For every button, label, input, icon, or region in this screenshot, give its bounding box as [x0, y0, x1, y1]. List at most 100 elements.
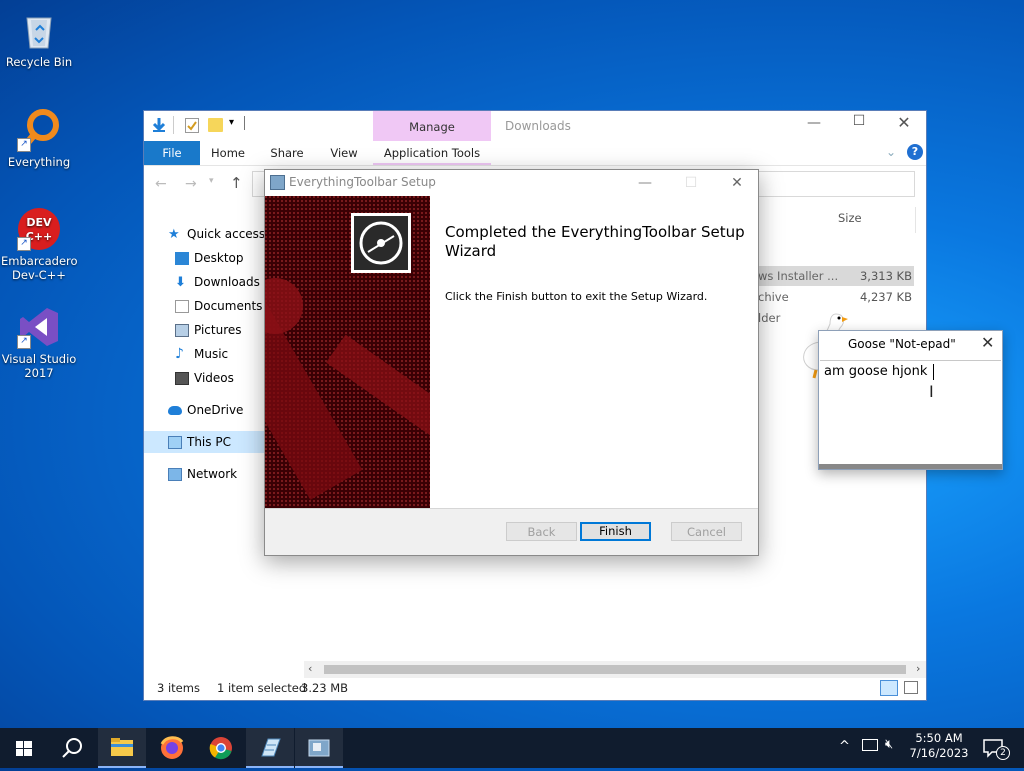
action-center-button[interactable]: 2: [980, 734, 1016, 762]
file-type: chive: [758, 290, 789, 304]
toolbar-divider: [244, 116, 245, 130]
desktop-icon-label-line2: Dev-C++: [12, 268, 66, 282]
taskbar-setup-installer[interactable]: [295, 728, 343, 768]
star-icon: ★: [168, 227, 180, 242]
notification-count-badge: 2: [996, 746, 1010, 760]
svg-text:DEV: DEV: [26, 216, 52, 229]
nav-pictures[interactable]: Pictures: [175, 319, 242, 341]
desktop-icon-devcpp[interactable]: DEV C++ ↗ Embarcadero Dev-C++: [1, 207, 78, 282]
taskbar-firefox[interactable]: [148, 728, 196, 768]
file-type: lder: [758, 311, 781, 325]
tab-home[interactable]: Home: [206, 141, 250, 165]
status-size: 3.23 MB: [301, 681, 349, 695]
finish-button[interactable]: Finish: [580, 522, 651, 541]
search-icon: [62, 738, 82, 758]
nav-desktop[interactable]: Desktop: [175, 247, 244, 269]
notepad-icon: [261, 738, 281, 757]
desktop-icon-visual-studio[interactable]: ↗ Visual Studio 2017: [1, 305, 77, 380]
scroll-left-icon[interactable]: ‹: [308, 662, 312, 675]
recent-locations-chevron-icon[interactable]: ▾: [209, 176, 214, 186]
tab-view[interactable]: View: [322, 141, 366, 165]
tab-manage[interactable]: Manage: [373, 111, 491, 141]
clock-date: 7/16/2023: [909, 746, 969, 760]
desktop-icon-everything[interactable]: ↗ Everything: [1, 108, 77, 169]
nav-onedrive[interactable]: OneDrive: [168, 399, 243, 421]
scroll-right-icon[interactable]: ›: [916, 662, 920, 675]
forward-arrow-icon[interactable]: →: [185, 176, 197, 192]
details-view-icon[interactable]: [880, 680, 898, 696]
status-item-count: 3 items: [157, 681, 200, 695]
taskbar-notepad[interactable]: [246, 728, 294, 768]
volume-muted-icon[interactable]: 🔇︎: [885, 737, 893, 752]
desktop-icon-label-line2: 2017: [24, 366, 54, 380]
toolbar-divider: [173, 116, 174, 134]
start-button[interactable]: [0, 728, 48, 768]
taskbar-file-explorer[interactable]: [98, 728, 146, 768]
minimize-button[interactable]: —: [799, 115, 829, 131]
shortcut-arrow-icon: ↗: [17, 138, 31, 152]
close-button[interactable]: ✕: [889, 113, 919, 132]
setup-dialog: EverythingToolbar Setup — ☐ ✕ Completed …: [264, 169, 759, 556]
new-folder-icon[interactable]: [208, 118, 223, 132]
setup-close-button[interactable]: ✕: [714, 170, 760, 196]
back-arrow-icon[interactable]: ←: [155, 176, 167, 192]
windows-logo-icon: [16, 741, 32, 756]
desktop-icon-label: Everything: [7, 155, 71, 169]
setup-content-panel: Completed the EverythingToolbar Setup Wi…: [430, 196, 758, 508]
installer-icon: [270, 175, 285, 190]
setup-title: EverythingToolbar Setup: [289, 175, 436, 189]
up-arrow-icon[interactable]: ↑: [230, 174, 243, 192]
file-type: ws Installer ...: [758, 269, 839, 283]
status-bar: 3 items 1 item selected 3.23 MB: [144, 676, 926, 700]
setup-button-row: Back Finish Cancel: [265, 508, 758, 556]
file-size: 3,313 KB: [859, 269, 912, 283]
tab-application-tools[interactable]: Application Tools: [373, 141, 491, 165]
tab-file[interactable]: File: [144, 141, 200, 165]
maximize-button[interactable]: ☐: [844, 113, 874, 129]
back-button[interactable]: Back: [506, 522, 577, 541]
nav-documents[interactable]: Documents: [175, 295, 262, 317]
clock-time: 5:50 AM: [915, 731, 963, 745]
help-icon[interactable]: ?: [907, 144, 923, 160]
scrollbar-thumb[interactable]: [324, 665, 906, 674]
column-header-size[interactable]: Size: [838, 211, 862, 225]
customize-toolbar-icon[interactable]: ▾: [229, 117, 234, 128]
column-divider: [915, 207, 916, 233]
taskbar-chrome[interactable]: [197, 728, 245, 768]
cancel-button[interactable]: Cancel: [671, 522, 742, 541]
installer-icon: [308, 739, 330, 757]
tab-share[interactable]: Share: [264, 141, 310, 165]
network-icon: [168, 468, 182, 481]
nav-downloads[interactable]: ⬇ Downloads: [175, 271, 260, 293]
notepad-text-area[interactable]: am goose hjonk: [820, 360, 1001, 465]
setup-maximize-button[interactable]: ☐: [668, 170, 714, 196]
properties-icon[interactable]: [185, 118, 199, 133]
download-arrow-icon[interactable]: [151, 117, 167, 133]
download-arrow-icon: ⬇: [175, 275, 186, 290]
recycle-bin-icon: [17, 8, 61, 52]
network-status-icon[interactable]: [862, 739, 878, 751]
nav-this-pc[interactable]: This PC: [144, 431, 266, 453]
nav-network[interactable]: Network: [168, 463, 237, 485]
nav-music[interactable]: ♪ Music: [175, 343, 228, 365]
desktop-icon-recycle-bin[interactable]: Recycle Bin: [1, 8, 77, 69]
explorer-title-bar: ▾ Manage Downloads — ☐ ✕: [144, 111, 926, 141]
setup-banner-image: [265, 196, 430, 508]
search-button[interactable]: [48, 728, 96, 768]
nav-quick-access[interactable]: ★ Quick access: [168, 223, 265, 245]
setup-minimize-button[interactable]: —: [622, 170, 668, 196]
nav-videos[interactable]: Videos: [175, 367, 234, 389]
taskbar-clock[interactable]: 5:50 AM 7/16/2023: [904, 731, 974, 761]
installer-disc-logo: [351, 213, 411, 273]
notepad-close-button[interactable]: ✕: [981, 333, 994, 352]
chrome-icon: [209, 737, 232, 760]
pictures-icon: [175, 324, 189, 337]
computer-icon: [168, 436, 182, 449]
file-size: 4,237 KB: [859, 290, 912, 304]
desktop-folder-icon: [175, 252, 189, 265]
large-icons-view-icon[interactable]: [904, 681, 918, 694]
show-hidden-icons-chevron-icon[interactable]: ^: [839, 739, 850, 754]
ribbon-expand-chevron-icon[interactable]: ⌄: [886, 145, 896, 159]
folder-icon: [111, 738, 133, 756]
firefox-icon: [160, 736, 184, 759]
